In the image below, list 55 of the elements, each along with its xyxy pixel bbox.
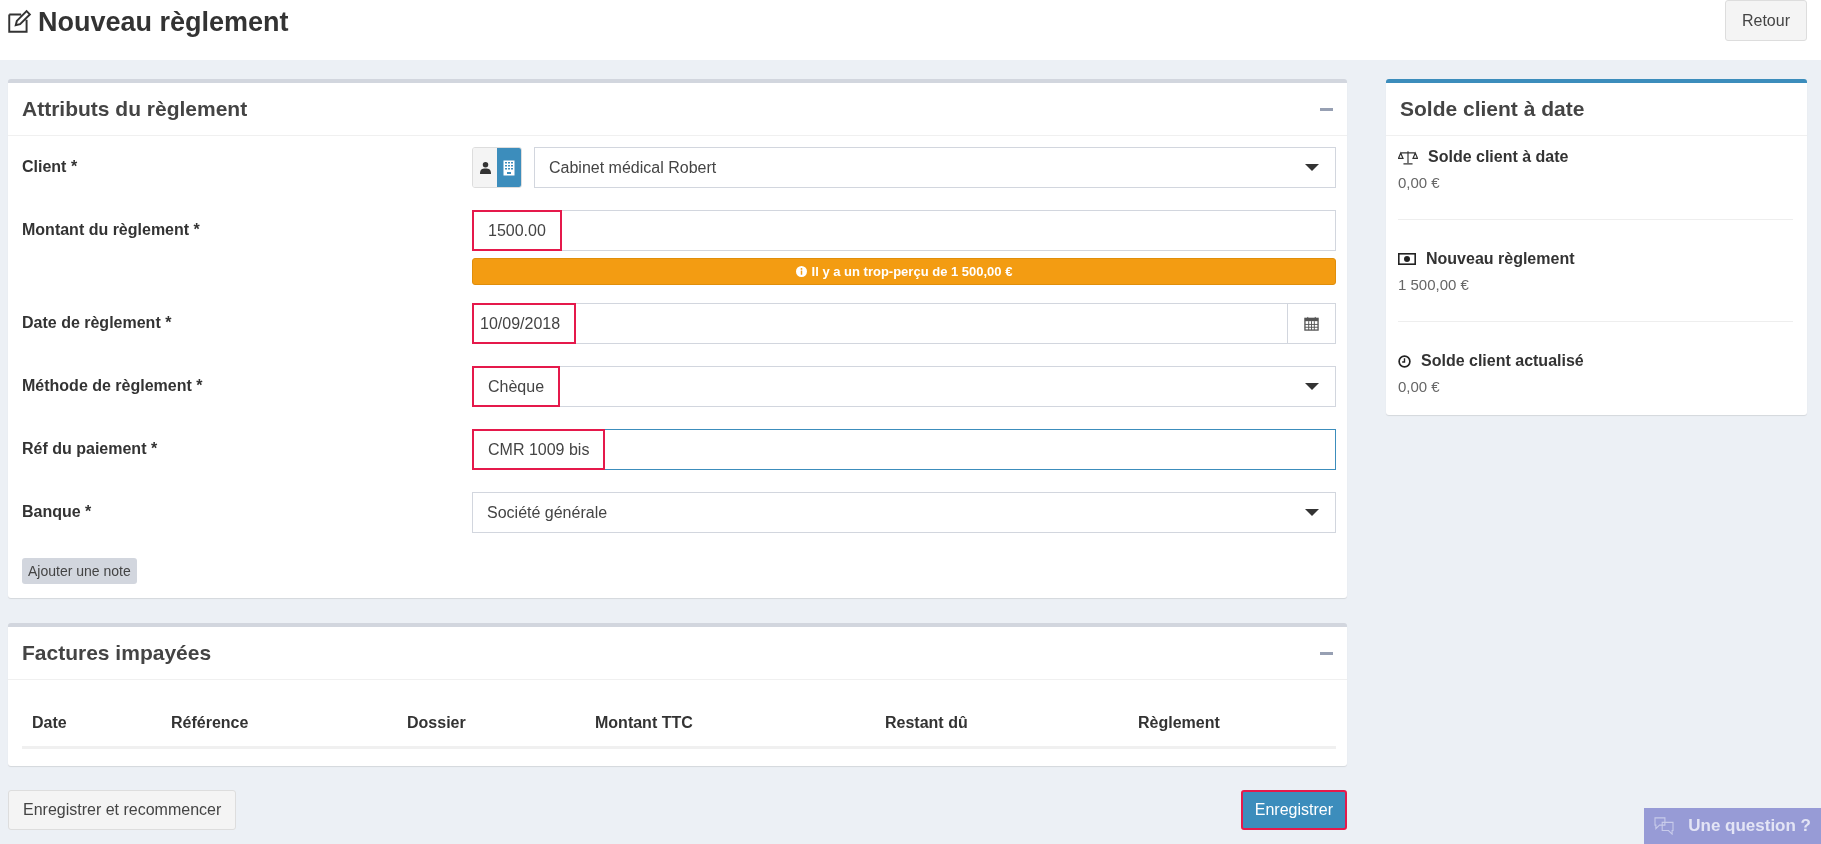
field-label: Réf du paiement * bbox=[22, 439, 159, 459]
select-field[interactable]: Chèque bbox=[472, 366, 1336, 407]
chat-icon bbox=[1654, 817, 1675, 835]
column-header: Règlement bbox=[1137, 714, 1220, 732]
banknote-icon bbox=[1398, 253, 1416, 265]
edit-icon bbox=[6, 9, 32, 35]
select-field[interactable]: Société générale bbox=[472, 492, 1336, 533]
save-button[interactable]: Enregistrer bbox=[1240, 790, 1347, 830]
date-field[interactable]: 10/09/2018 bbox=[472, 303, 1288, 344]
field-value: Chèque bbox=[472, 366, 561, 407]
scales-icon bbox=[1398, 149, 1418, 165]
field-value: CMR 1009 bis bbox=[472, 429, 606, 470]
select-field[interactable]: Cabinet médical Robert bbox=[534, 147, 1336, 188]
summary-label: Solde client actualisé bbox=[1421, 352, 1584, 370]
collapse-icon[interactable] bbox=[1320, 651, 1333, 655]
card-title: Solde client à date bbox=[1400, 97, 1585, 121]
caret-icon bbox=[1305, 509, 1319, 516]
summary-label: Nouveau règlement bbox=[1426, 250, 1575, 268]
summary-label: Solde client à date bbox=[1428, 148, 1569, 166]
field-value: 10/09/2018 bbox=[472, 303, 577, 344]
field-label: Banque * bbox=[22, 502, 93, 522]
caret-icon bbox=[1305, 164, 1319, 171]
input-field[interactable]: 1500.00 bbox=[472, 210, 1336, 251]
column-header: Restant dû bbox=[884, 714, 969, 732]
calendar-button[interactable] bbox=[1288, 303, 1336, 344]
field-value: 1500.00 bbox=[472, 210, 562, 251]
add-note-button[interactable]: Ajouter une note bbox=[22, 558, 137, 584]
column-header: Montant TTC bbox=[594, 714, 694, 732]
summary-value: 0,00 € bbox=[1398, 378, 1441, 395]
person-toggle[interactable] bbox=[473, 148, 497, 187]
calendar-icon bbox=[1304, 316, 1319, 331]
save-and-restart-button[interactable]: Enregistrer et recommencer bbox=[8, 790, 237, 830]
field-label: Date de règlement * bbox=[22, 313, 173, 333]
summary-value: 1 500,00 € bbox=[1398, 276, 1470, 293]
field-value: Société générale bbox=[486, 502, 609, 523]
card-title: Factures impayées bbox=[22, 641, 212, 665]
page-title: Nouveau règlement bbox=[38, 6, 289, 38]
summary-value: 0,00 € bbox=[1398, 174, 1441, 191]
column-header: Dossier bbox=[406, 714, 467, 732]
back-button[interactable]: Retour bbox=[1724, 0, 1807, 41]
field-label: Méthode de règlement * bbox=[22, 376, 204, 396]
card-title: Attributs du règlement bbox=[22, 97, 248, 121]
column-header: Date bbox=[31, 714, 68, 732]
column-header: Référence bbox=[170, 714, 250, 732]
clock-icon bbox=[1398, 354, 1411, 368]
input-field[interactable]: CMR 1009 bis bbox=[472, 429, 1336, 470]
caret-icon bbox=[1305, 383, 1319, 390]
collapse-icon[interactable] bbox=[1320, 107, 1333, 111]
person-icon bbox=[479, 161, 491, 174]
building-toggle[interactable] bbox=[497, 148, 521, 187]
field-label: Montant du règlement * bbox=[22, 220, 201, 240]
building-icon bbox=[503, 159, 515, 176]
warning-banner: Il y a un trop-perçu de 1 500,00 € bbox=[472, 258, 1336, 285]
field-label: Client * bbox=[22, 157, 79, 177]
field-value: Cabinet médical Robert bbox=[548, 157, 718, 178]
